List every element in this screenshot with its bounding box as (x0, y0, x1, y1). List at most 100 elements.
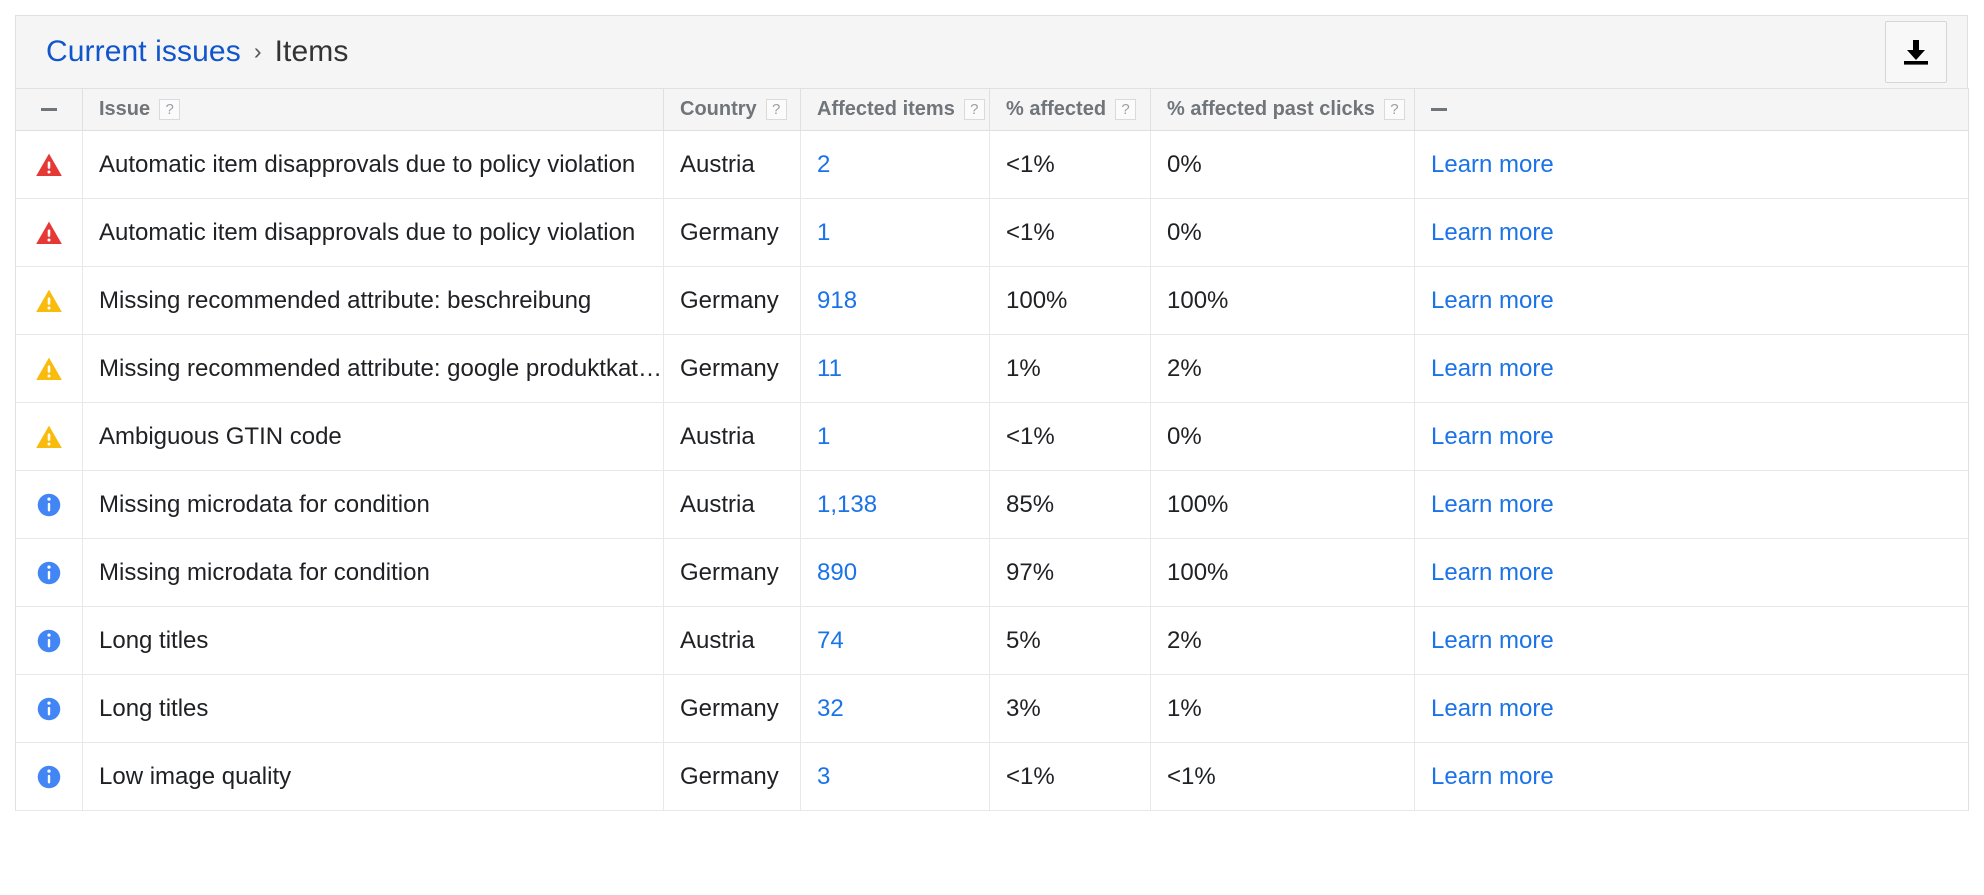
download-icon (1899, 35, 1933, 69)
column-header-affected-items[interactable]: Affected items ? (800, 88, 990, 131)
affected-items-cell: 32 (800, 674, 990, 743)
severity-cell (15, 266, 83, 335)
pct-affected-past-clicks-cell: 2% (1150, 606, 1415, 675)
help-icon-pct-affected[interactable]: ? (1115, 99, 1137, 120)
severity-cell (15, 538, 83, 607)
learn-more-cell: Learn more (1414, 130, 1969, 199)
column-header-country[interactable]: Country ? (663, 88, 801, 131)
issue-cell: Automatic item disapprovals due to polic… (82, 130, 664, 199)
severity-cell (15, 334, 83, 403)
pct-affected-past-clicks-cell: 0% (1150, 130, 1415, 199)
affected-items-link[interactable]: 2 (817, 151, 830, 178)
column-header-pct-affected-label: % affected (1006, 98, 1107, 120)
column-header-severity[interactable] (15, 88, 83, 131)
pct-affected-cell: 85% (989, 470, 1151, 539)
column-header-affected-items-label: Affected items (817, 98, 955, 120)
pct-affected-cell: 100% (989, 266, 1151, 335)
severity-cell (15, 742, 83, 811)
learn-more-cell: Learn more (1414, 674, 1969, 743)
learn-more-cell: Learn more (1414, 606, 1969, 675)
table-row[interactable]: Long titles Germany 32 3% 1% Learn more (15, 674, 1969, 743)
learn-more-link[interactable]: Learn more (1431, 287, 1554, 314)
dash-icon (1431, 108, 1447, 112)
severity-cell (15, 402, 83, 471)
table-row[interactable]: Automatic item disapprovals due to polic… (15, 130, 1969, 199)
country-cell: Germany (663, 334, 801, 403)
country-cell: Austria (663, 470, 801, 539)
severity-cell (15, 198, 83, 267)
info-circle-icon (36, 560, 62, 586)
affected-items-link[interactable]: 3 (817, 763, 830, 790)
affected-items-cell: 2 (800, 130, 990, 199)
learn-more-link[interactable]: Learn more (1431, 423, 1554, 450)
pct-affected-past-clicks-cell: 0% (1150, 198, 1415, 267)
pct-affected-cell: 5% (989, 606, 1151, 675)
pct-affected-past-clicks-cell: 0% (1150, 402, 1415, 471)
pct-affected-cell: 3% (989, 674, 1151, 743)
country-cell: Germany (663, 198, 801, 267)
severity-cell (15, 674, 83, 743)
help-icon-affected-items[interactable]: ? (963, 99, 985, 120)
country-cell: Germany (663, 266, 801, 335)
learn-more-link[interactable]: Learn more (1431, 491, 1554, 518)
page-header: Current issues › Items (15, 15, 1968, 88)
affected-items-link[interactable]: 918 (817, 287, 857, 314)
severity-cell (15, 606, 83, 675)
affected-items-link[interactable]: 1 (817, 219, 830, 246)
severity-cell (15, 470, 83, 539)
column-header-issue[interactable]: Issue ? (82, 88, 664, 131)
learn-more-cell: Learn more (1414, 334, 1969, 403)
pct-affected-cell: 97% (989, 538, 1151, 607)
learn-more-link[interactable]: Learn more (1431, 355, 1554, 382)
column-header-issue-label: Issue (99, 98, 151, 120)
pct-affected-past-clicks-cell: <1% (1150, 742, 1415, 811)
table-row[interactable]: Missing microdata for condition Germany 89… (15, 538, 1969, 607)
issue-cell: Missing microdata for condition (82, 538, 664, 607)
affected-items-cell: 1 (800, 402, 990, 471)
affected-items-link[interactable]: 1 (817, 423, 830, 450)
pct-affected-cell: <1% (989, 402, 1151, 471)
column-header-learn-more[interactable] (1414, 88, 1969, 131)
pct-affected-cell: <1% (989, 130, 1151, 199)
column-header-pct-affected-past-clicks[interactable]: % affected past clicks ? (1150, 88, 1415, 131)
learn-more-link[interactable]: Learn more (1431, 219, 1554, 246)
table-row[interactable]: Long titles Austria 74 5% 2% Learn more (15, 606, 1969, 675)
affected-items-link[interactable]: 11 (817, 355, 842, 382)
info-circle-icon (36, 696, 62, 722)
learn-more-link[interactable]: Learn more (1431, 763, 1554, 790)
issue-cell: Missing recommended attribute: beschreib… (82, 266, 664, 335)
column-header-country-label: Country (680, 98, 757, 120)
affected-items-cell: 1 (800, 198, 990, 267)
table-row[interactable]: Low image quality Germany 3 <1% <1% Learn mor… (15, 742, 1969, 811)
learn-more-link[interactable]: Learn more (1431, 151, 1554, 178)
learn-more-cell: Learn more (1414, 402, 1969, 471)
breadcrumb: Current issues › Items (46, 35, 1885, 69)
help-icon-country[interactable]: ? (765, 99, 787, 120)
table-row[interactable]: Missing recommended attribute: beschreib… (15, 266, 1969, 335)
table-row[interactable]: Missing microdata for condition Austria 1,… (15, 470, 1969, 539)
download-button[interactable] (1885, 21, 1947, 83)
info-circle-icon (36, 492, 62, 518)
table-row[interactable]: Missing recommended attribute: google pr… (15, 334, 1969, 403)
learn-more-link[interactable]: Learn more (1431, 695, 1554, 722)
pct-affected-past-clicks-cell: 100% (1150, 266, 1415, 335)
pct-affected-past-clicks-cell: 100% (1150, 470, 1415, 539)
breadcrumb-link-current-issues[interactable]: Current issues (46, 35, 241, 69)
table-row[interactable]: Ambiguous GTIN code Austria 1 <1% 0% Learn mo… (15, 402, 1969, 471)
dash-icon (41, 108, 57, 112)
pct-affected-cell: <1% (989, 742, 1151, 811)
breadcrumb-current-items: Items (274, 35, 349, 68)
warning-triangle-icon (35, 287, 63, 315)
table-row[interactable]: Automatic item disapprovals due to polic… (15, 198, 1969, 267)
help-icon-pct-affected-past-clicks[interactable]: ? (1383, 99, 1405, 120)
country-cell: Germany (663, 742, 801, 811)
learn-more-link[interactable]: Learn more (1431, 627, 1554, 654)
issues-table: Issue ? Country ? Affected items ? % aff… (15, 88, 1969, 811)
affected-items-link[interactable]: 1,138 (817, 491, 877, 518)
learn-more-link[interactable]: Learn more (1431, 559, 1554, 586)
affected-items-link[interactable]: 74 (817, 627, 844, 654)
affected-items-link[interactable]: 890 (817, 559, 857, 586)
help-icon-issue[interactable]: ? (159, 99, 181, 120)
column-header-pct-affected[interactable]: % affected ? (989, 88, 1151, 131)
affected-items-link[interactable]: 32 (817, 695, 844, 722)
